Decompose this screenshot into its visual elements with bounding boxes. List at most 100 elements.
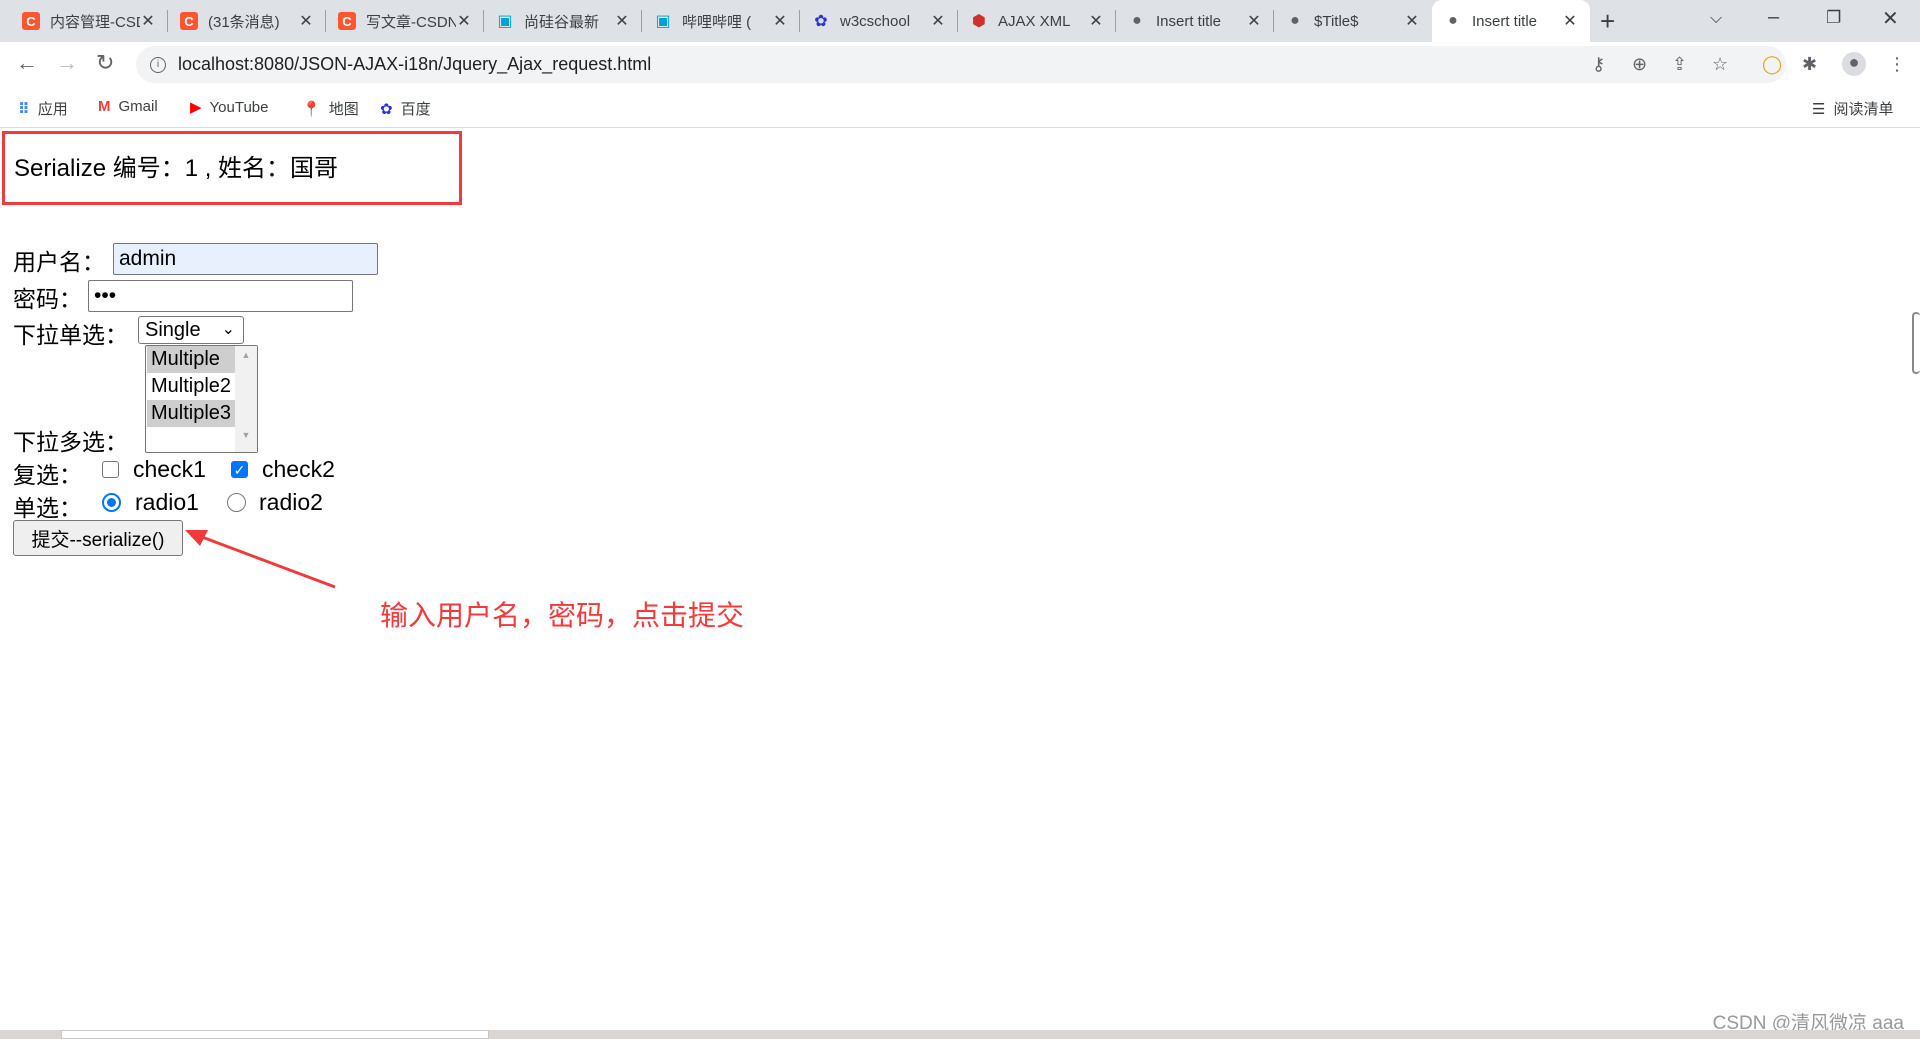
youtube-icon: ▶ (190, 99, 202, 116)
multi-option[interactable]: Multiple2 (147, 373, 237, 400)
menu-icon[interactable]: ⋮ (1888, 54, 1906, 75)
toolbar: ← → ↻ i localhost:8080/JSON-AJAX-i18n/Jq… (0, 42, 1920, 88)
single-select-value: Single (145, 319, 201, 341)
radio2-radio[interactable] (227, 493, 246, 512)
close-window-button[interactable]: ✕ (1882, 6, 1899, 31)
csdn-icon: C (180, 12, 198, 30)
apps-icon: ⠿ (18, 100, 30, 118)
tab-title: w3cschool (840, 12, 911, 30)
tab[interactable]: ● Insert title ✕ (1432, 0, 1590, 42)
tab[interactable]: ▣ 哔哩哔哩 (✕ (642, 0, 800, 42)
tab-close-icon[interactable]: ✕ (1088, 11, 1104, 31)
checkbox-label: 复选： (13, 462, 82, 488)
tab-title: Insert title (1156, 12, 1222, 30)
password-label: 密码： (13, 286, 82, 312)
bilibili-icon: ▣ (655, 13, 671, 30)
multi-select-listbox[interactable]: Multiple Multiple2 Multiple3 ▲ ▼ (145, 345, 258, 453)
password-input[interactable] (88, 280, 353, 312)
tab-close-icon[interactable]: ✕ (456, 11, 472, 31)
zoom-icon[interactable]: ⊕ (1632, 54, 1647, 75)
tab-close-icon[interactable]: ✕ (140, 11, 156, 31)
globe-icon: ● (1290, 12, 1300, 29)
tab[interactable]: C 内容管理-CSDN✕ (10, 0, 168, 42)
extension-chrome-icon[interactable]: ◯ (1762, 54, 1782, 75)
radio-label: 单选： (13, 495, 82, 521)
star-icon[interactable]: ☆ (1712, 54, 1728, 75)
page-scrollbar[interactable] (1912, 312, 1920, 374)
share-icon[interactable]: ⇪ (1672, 54, 1687, 75)
tab[interactable]: ▣ 尚硅谷最新 ✕ (484, 0, 642, 42)
minimize-button[interactable]: – (1768, 6, 1779, 29)
annotation-text: 输入用户名，密码，点击提交 (380, 600, 745, 631)
tab[interactable]: ✿ w3cschool ✕ (800, 0, 958, 42)
bookmarks-bar: ⠿ 应用 M Gmail ▶ YouTube 📍 地图 ✿ 百度 ☰ 阅读清单 (0, 88, 1920, 128)
bilibili-icon: ▣ (497, 13, 513, 30)
tab-close-icon[interactable]: ✕ (1246, 11, 1262, 31)
tab-title: Insert title (1472, 12, 1538, 30)
username-label: 用户名： (13, 249, 105, 275)
check1-checkbox[interactable] (102, 461, 119, 478)
gmail-icon: M (98, 98, 111, 115)
w3c-icon: ⬢ (972, 13, 986, 30)
reading-list-button[interactable]: ☰ 阅读清单 (1812, 98, 1893, 119)
radio1-label: radio1 (135, 489, 199, 515)
single-select[interactable]: Single ⌄ (138, 316, 244, 344)
globe-icon: ● (1448, 12, 1458, 29)
page-content: Serialize 编号：1 , 姓名：国哥 用户名： 密码： 下拉单选： Si… (0, 129, 1920, 1029)
multi-option[interactable]: Multiple3 (147, 400, 237, 427)
csdn-icon: C (22, 12, 40, 30)
tab-close-icon[interactable]: ✕ (1404, 11, 1420, 31)
tab-strip: C内容管理-CSDN✕C(31条消息)✕C写文章-CSDN✕▣尚硅谷最新✕▣哔哩… (0, 0, 1920, 42)
site-info-icon[interactable]: i (150, 56, 166, 73)
key-icon[interactable]: ⚷ (1592, 54, 1605, 75)
reading-list-icon: ☰ (1812, 100, 1826, 118)
reload-icon[interactable]: ↻ (96, 50, 114, 76)
bookmark-gmail[interactable]: M Gmail (98, 98, 158, 115)
tab-close-icon[interactable]: ✕ (298, 11, 314, 31)
multi-option[interactable]: Multiple (147, 346, 237, 373)
forward-icon[interactable]: → (56, 50, 78, 76)
tab-close-icon[interactable]: ✕ (1562, 11, 1578, 31)
tab-close-icon[interactable]: ✕ (614, 11, 630, 31)
tab-search-icon[interactable]: ⌵ (1710, 10, 1722, 28)
chevron-down-icon: ⌄ (221, 321, 235, 338)
tab[interactable]: C (31条消息) ✕ (168, 0, 326, 42)
tab-title: 写文章-CSDN (366, 13, 456, 31)
csdn-icon: C (338, 12, 356, 30)
restore-button[interactable]: ❐ (1826, 8, 1841, 28)
tab[interactable]: ⬢ AJAX XML ✕ (958, 0, 1116, 42)
extensions-puzzle-icon[interactable]: ✱ (1802, 54, 1817, 75)
tab-title: AJAX XML (998, 12, 1071, 30)
multi-select-label: 下拉多选： (13, 429, 128, 455)
back-icon[interactable]: ← (16, 50, 38, 76)
baidu-paw-icon: ✿ (814, 13, 828, 30)
tab-title: 内容管理-CSDN (50, 13, 140, 31)
radio2-label: radio2 (259, 489, 323, 515)
address-bar[interactable]: i localhost:8080/JSON-AJAX-i18n/Jquery_A… (136, 46, 1786, 83)
tab-close-icon[interactable]: ✕ (930, 11, 946, 31)
tab-close-icon[interactable]: ✕ (772, 11, 788, 31)
url-text: localhost:8080/JSON-AJAX-i18n/Jquery_Aja… (178, 54, 652, 74)
maps-icon: 📍 (302, 100, 321, 118)
taskbar-window[interactable] (61, 1030, 489, 1039)
bookmark-baidu[interactable]: ✿ 百度 (380, 98, 431, 119)
taskbar (0, 1030, 1920, 1039)
annotation-arrow (185, 530, 336, 589)
bookmark-maps[interactable]: 📍 地图 (302, 98, 359, 119)
tab[interactable]: C 写文章-CSDN ✕ (326, 0, 484, 42)
tab[interactable]: ● Insert title ✕ (1116, 0, 1274, 42)
listbox-scrollbar[interactable]: ▲ ▼ (235, 346, 257, 452)
tab-title: 尚硅谷最新 (524, 13, 600, 31)
check2-checkbox[interactable]: ✓ (231, 461, 248, 478)
new-tab-button[interactable]: + (1600, 6, 1615, 37)
single-select-label: 下拉单选： (13, 322, 128, 348)
tab-title: (31条消息) (208, 13, 280, 31)
profile-avatar-icon[interactable]: ● (1842, 52, 1866, 76)
bookmark-youtube[interactable]: ▶ YouTube (190, 98, 269, 117)
tab-title: $Title$ (1314, 12, 1359, 30)
tab[interactable]: ● $Title$ ✕ (1274, 0, 1432, 42)
radio1-radio[interactable] (102, 493, 121, 512)
submit-serialize-button[interactable]: 提交--serialize() (13, 520, 183, 556)
bookmark-apps[interactable]: ⠿ 应用 (18, 98, 68, 119)
username-input[interactable] (113, 243, 378, 275)
